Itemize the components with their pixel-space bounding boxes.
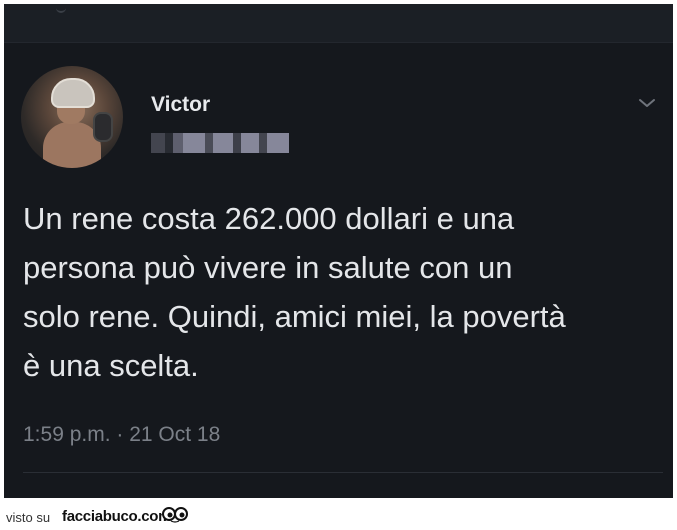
tweet-text: Un rene costa 262.000 dollari e una pers… [23,194,663,390]
handle-pixel [267,133,289,153]
handle-obscured [151,132,289,154]
tweet-card: Victor Un rene costa 262.000 dollari e u… [4,44,673,473]
screenshot-frame: Victor Un rene costa 262.000 dollari e u… [0,0,677,503]
handle-pixel [205,133,213,153]
tweet-timestamp[interactable]: 1:59 p.m. · 21 Oct 18 [23,423,220,447]
tweet-text-line: solo rene. Quindi, amici miei, la povert… [23,299,566,334]
top-bar [4,4,673,43]
handle-pixel [213,133,233,153]
handle-pixel [241,133,259,153]
watermark-footer: visto su facciabuco.com [0,503,677,530]
tweet-screen: Victor Un rene costa 262.000 dollari e u… [4,4,673,498]
avatar[interactable] [21,66,123,168]
avatar-microphone [93,112,113,142]
chevron-down-icon[interactable] [638,94,656,112]
top-bar-mark [56,6,66,13]
tweet-text-line: è una scelta. [23,348,199,383]
divider [23,472,663,473]
tweet-text-line: Un rene costa 262.000 dollari e una [23,201,515,236]
tweet-text-line: persona può vivere in salute con un [23,250,513,285]
eyes-icon [162,507,188,523]
visto-su-label: visto su [6,510,51,525]
handle-pixel [233,133,241,153]
handle-pixel [151,133,165,153]
site-link[interactable]: facciabuco.com [62,508,171,525]
handle-pixel [183,133,205,153]
display-name[interactable]: Victor [151,93,210,117]
handle-pixel [165,133,173,153]
handle-pixel [173,133,183,153]
avatar-helmet [51,78,95,108]
handle-pixel [259,133,267,153]
